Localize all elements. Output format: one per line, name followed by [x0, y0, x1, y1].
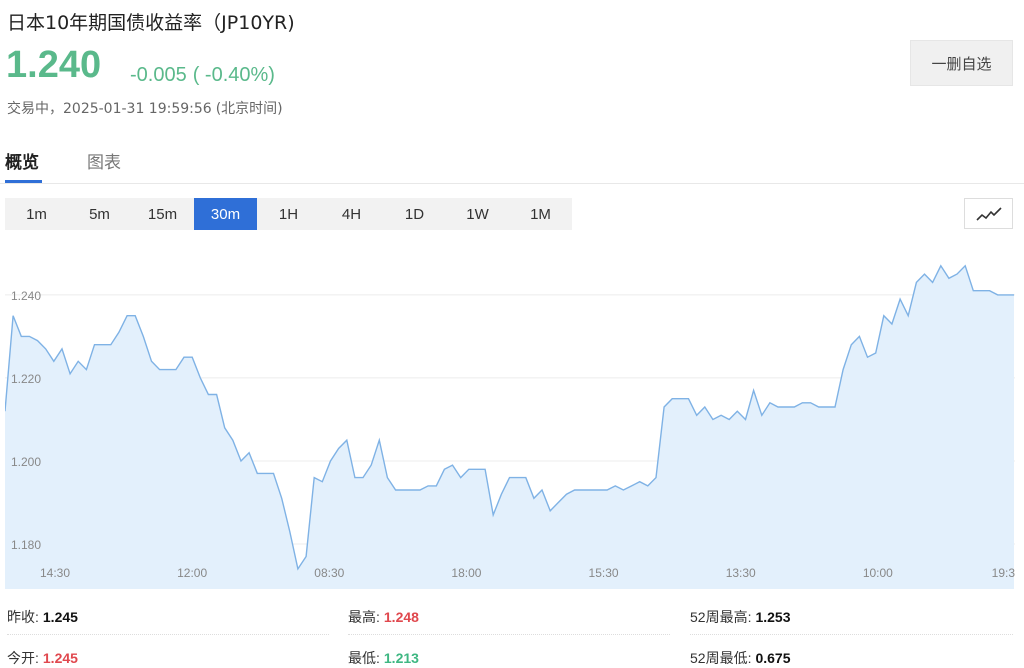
price-change: -0.005( -0.40%) — [130, 64, 281, 87]
x-tick-label: 14:30 — [40, 566, 70, 580]
x-tick-label: 15:30 — [589, 566, 619, 580]
stat-low: 最低: 1.213 — [348, 648, 419, 668]
x-tick-label: 08:30 — [314, 566, 344, 580]
stat-value: 1.253 — [755, 609, 791, 625]
remove-watchlist-button[interactable]: 一删自选 — [910, 40, 1013, 86]
interval-1m[interactable]: 1m — [5, 198, 68, 230]
stat-label: 最低: — [348, 650, 380, 666]
page-title: 日本10年期国债收益率（JP10YR) — [7, 12, 295, 34]
line-chart-icon — [975, 206, 1002, 221]
stat-label: 今开: — [7, 650, 39, 666]
stats-panel: 昨收: 1.245 最高: 1.248 52周最高: 1.253 今开: 1.245 最… — [0, 590, 1024, 668]
interval-1d[interactable]: 1D — [383, 198, 446, 230]
interval-5m[interactable]: 5m — [68, 198, 131, 230]
active-tab-indicator — [5, 180, 42, 183]
interval-selector: 1m 5m 15m 30m 1H 4H 1D 1W 1M — [5, 198, 572, 230]
stat-open: 今开: 1.245 — [7, 648, 78, 668]
last-price: 1.240 — [6, 44, 102, 86]
stat-value: 1.213 — [383, 650, 419, 666]
tab-bar: 概览 图表 — [0, 140, 1024, 184]
interval-1w[interactable]: 1W — [446, 198, 509, 230]
y-tick-label: 1.220 — [11, 372, 41, 386]
stat-label: 52周最低: — [690, 650, 752, 666]
stat-value: 0.675 — [755, 650, 791, 666]
divider — [348, 634, 670, 635]
x-tick-label: 13:30 — [726, 566, 756, 580]
tab-overview[interactable]: 概览 — [5, 148, 39, 173]
x-tick-label: 12:00 — [177, 566, 207, 580]
stat-value: 1.245 — [42, 650, 78, 666]
trading-status: 交易中，2025-01-31 19:59:56 (北京时间) — [7, 98, 283, 118]
stat-label: 昨收: — [7, 609, 39, 625]
yield-chart[interactable]: 1.180 1.200 1.220 1.240 14:30 12:00 08:30 18:00… — [5, 243, 1015, 589]
x-tick-label: 19:3 — [992, 566, 1015, 580]
stat-label: 52周最高: — [690, 609, 752, 625]
stat-high: 最高: 1.248 — [348, 607, 419, 627]
timestamp: 2025-01-31 19:59:56 — [63, 101, 212, 117]
y-tick-label: 1.240 — [11, 289, 41, 303]
timezone-label: (北京时间) — [215, 101, 283, 117]
change-value: -0.005 — [130, 64, 187, 86]
stat-label: 最高: — [348, 609, 380, 625]
tab-chart[interactable]: 图表 — [87, 148, 121, 173]
stat-52w-high: 52周最高: 1.253 — [690, 607, 791, 627]
interval-30m[interactable]: 30m — [194, 198, 257, 230]
stat-value: 1.248 — [383, 609, 419, 625]
chart-type-button[interactable] — [964, 198, 1013, 229]
status-label: 交易中， — [7, 101, 63, 117]
x-tick-label: 10:00 — [863, 566, 893, 580]
stat-52w-low: 52周最低: 0.675 — [690, 648, 791, 668]
y-tick-label: 1.180 — [11, 538, 41, 552]
stat-prev-close: 昨收: 1.245 — [7, 607, 78, 627]
interval-1h[interactable]: 1H — [257, 198, 320, 230]
x-tick-label: 18:00 — [451, 566, 481, 580]
y-tick-label: 1.200 — [11, 455, 41, 469]
divider — [690, 634, 1013, 635]
interval-1mo[interactable]: 1M — [509, 198, 572, 230]
change-percent: ( -0.40%) — [192, 64, 275, 86]
interval-4h[interactable]: 4H — [320, 198, 383, 230]
interval-15m[interactable]: 15m — [131, 198, 194, 230]
stat-value: 1.245 — [42, 609, 78, 625]
divider — [7, 634, 329, 635]
